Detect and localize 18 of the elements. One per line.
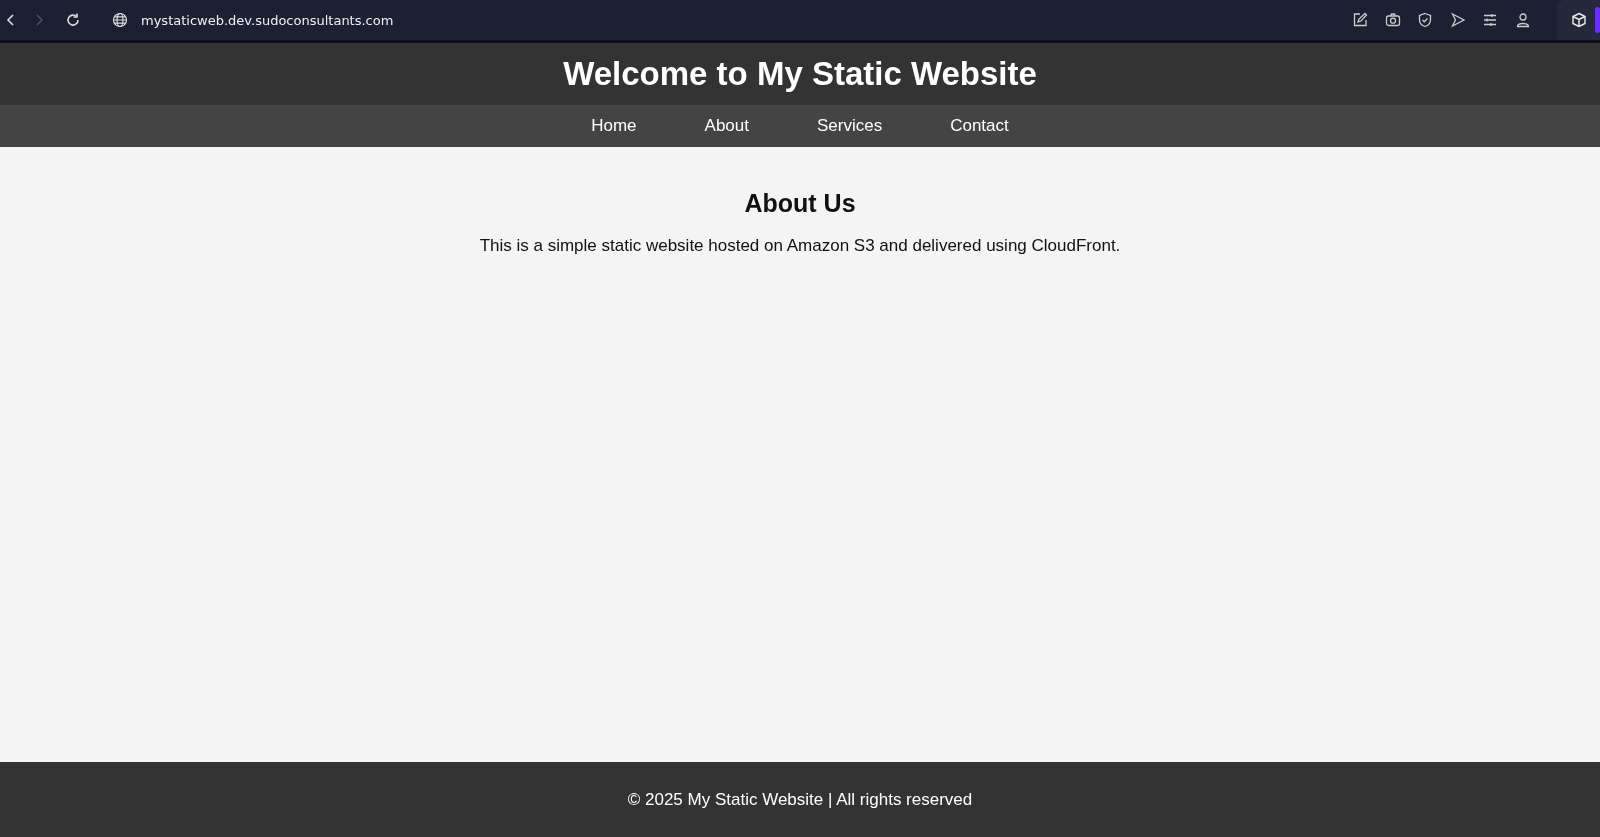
camera-icon[interactable] [1384, 12, 1401, 28]
sidebar-indicator [1595, 7, 1600, 33]
section-text: This is a simple static website hosted on Amazon S3 and delivered using CloudFront. [478, 236, 1122, 256]
shield-icon[interactable] [1417, 12, 1433, 28]
globe-icon [112, 12, 128, 28]
edit-icon[interactable] [1352, 12, 1368, 28]
footer-text: © 2025 My Static Website | All rights reserved [627, 789, 973, 810]
site-title: Welcome to My Static Website [563, 55, 1037, 93]
profile-icon[interactable] [1514, 12, 1531, 28]
section-heading: About Us [743, 189, 857, 218]
sliders-icon[interactable] [1482, 12, 1498, 28]
nav-link[interactable]: Home [557, 116, 671, 136]
nav-link[interactable]: Services [783, 116, 917, 136]
nav-link[interactable]: About [670, 116, 783, 136]
cube-icon[interactable] [1571, 12, 1587, 28]
send-icon[interactable] [1449, 12, 1466, 28]
nav-link[interactable]: Contact [916, 116, 1043, 136]
address-bar[interactable]: mystaticweb.dev.sudoconsultants.com [141, 12, 394, 28]
